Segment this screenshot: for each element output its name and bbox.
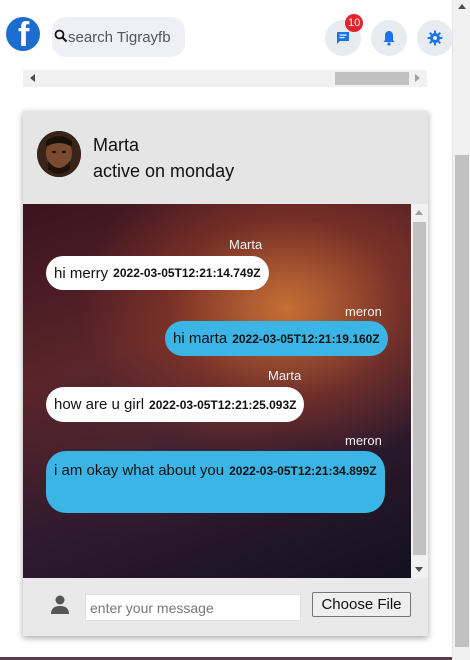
scroll-left-arrow-icon[interactable] bbox=[30, 74, 35, 82]
top-navbar: f 10 bbox=[0, 0, 453, 74]
message-bubble: how are u girl 2022-03-05T12:21:25.093Z bbox=[46, 387, 305, 422]
page-scroll-thumb[interactable] bbox=[455, 155, 469, 647]
message-composer: Choose File bbox=[23, 578, 428, 636]
scroll-down-arrow-icon[interactable] bbox=[415, 567, 423, 572]
message-list: Marta hi merry 2022-03-05T12:21:14.749Z … bbox=[23, 204, 428, 578]
page-scroll-up-arrow-icon[interactable] bbox=[458, 4, 466, 9]
message-sender: Marta bbox=[229, 237, 263, 252]
notifications-button[interactable] bbox=[371, 20, 407, 56]
settings-button[interactable] bbox=[417, 20, 453, 56]
messages-badge: 10 bbox=[345, 14, 364, 32]
message-sender: meron bbox=[345, 304, 382, 319]
search-icon bbox=[54, 29, 68, 43]
message-text: hi merry bbox=[54, 264, 109, 282]
search-input[interactable] bbox=[68, 26, 183, 48]
message-text: hi marta bbox=[173, 330, 228, 347]
search-box[interactable] bbox=[52, 17, 185, 57]
contact-status: active on monday bbox=[93, 161, 235, 181]
message-text: how are u girl bbox=[54, 396, 145, 413]
bell-icon bbox=[383, 31, 395, 46]
chat-window: Marta active on monday Marta hi merry 20… bbox=[23, 111, 428, 636]
user-icon bbox=[51, 595, 69, 614]
message-bubble: i am okay what about you 2022-03-05T12:21… bbox=[46, 451, 385, 513]
facebook-logo-icon[interactable]: f bbox=[6, 17, 40, 51]
choose-file-button[interactable]: Choose File bbox=[312, 592, 411, 617]
page-scrollbar[interactable] bbox=[452, 0, 470, 660]
horizontal-scrollbar[interactable] bbox=[23, 70, 427, 87]
scroll-up-arrow-icon[interactable] bbox=[415, 210, 423, 215]
message-sender: meron bbox=[345, 433, 382, 448]
gear-icon bbox=[427, 30, 443, 46]
scroll-right-arrow-icon[interactable] bbox=[415, 74, 420, 82]
message-timestamp: 2022-03-05T12:21:25.093Z bbox=[149, 397, 297, 412]
chat-header: Marta active on monday bbox=[23, 111, 428, 204]
message-timestamp: 2022-03-05T12:21:34.899Z bbox=[229, 464, 377, 478]
contact-avatar[interactable] bbox=[37, 131, 81, 177]
message-text: i am okay what about you bbox=[54, 462, 225, 479]
message-list-scrollbar[interactable] bbox=[411, 204, 428, 578]
message-sender: Marta bbox=[268, 368, 302, 383]
message-bubble: hi merry 2022-03-05T12:21:14.749Z bbox=[46, 256, 269, 290]
message-timestamp: 2022-03-05T12:21:19.160Z bbox=[232, 331, 380, 346]
message-scroll-thumb[interactable] bbox=[413, 222, 426, 555]
message-input[interactable] bbox=[85, 594, 301, 621]
chat-icon bbox=[337, 32, 349, 44]
message-bubble: hi marta 2022-03-05T12:21:19.160Z bbox=[165, 321, 388, 356]
contact-name: Marta bbox=[93, 135, 140, 155]
horizontal-scroll-thumb[interactable] bbox=[335, 72, 409, 85]
message-timestamp: 2022-03-05T12:21:14.749Z bbox=[113, 266, 261, 280]
